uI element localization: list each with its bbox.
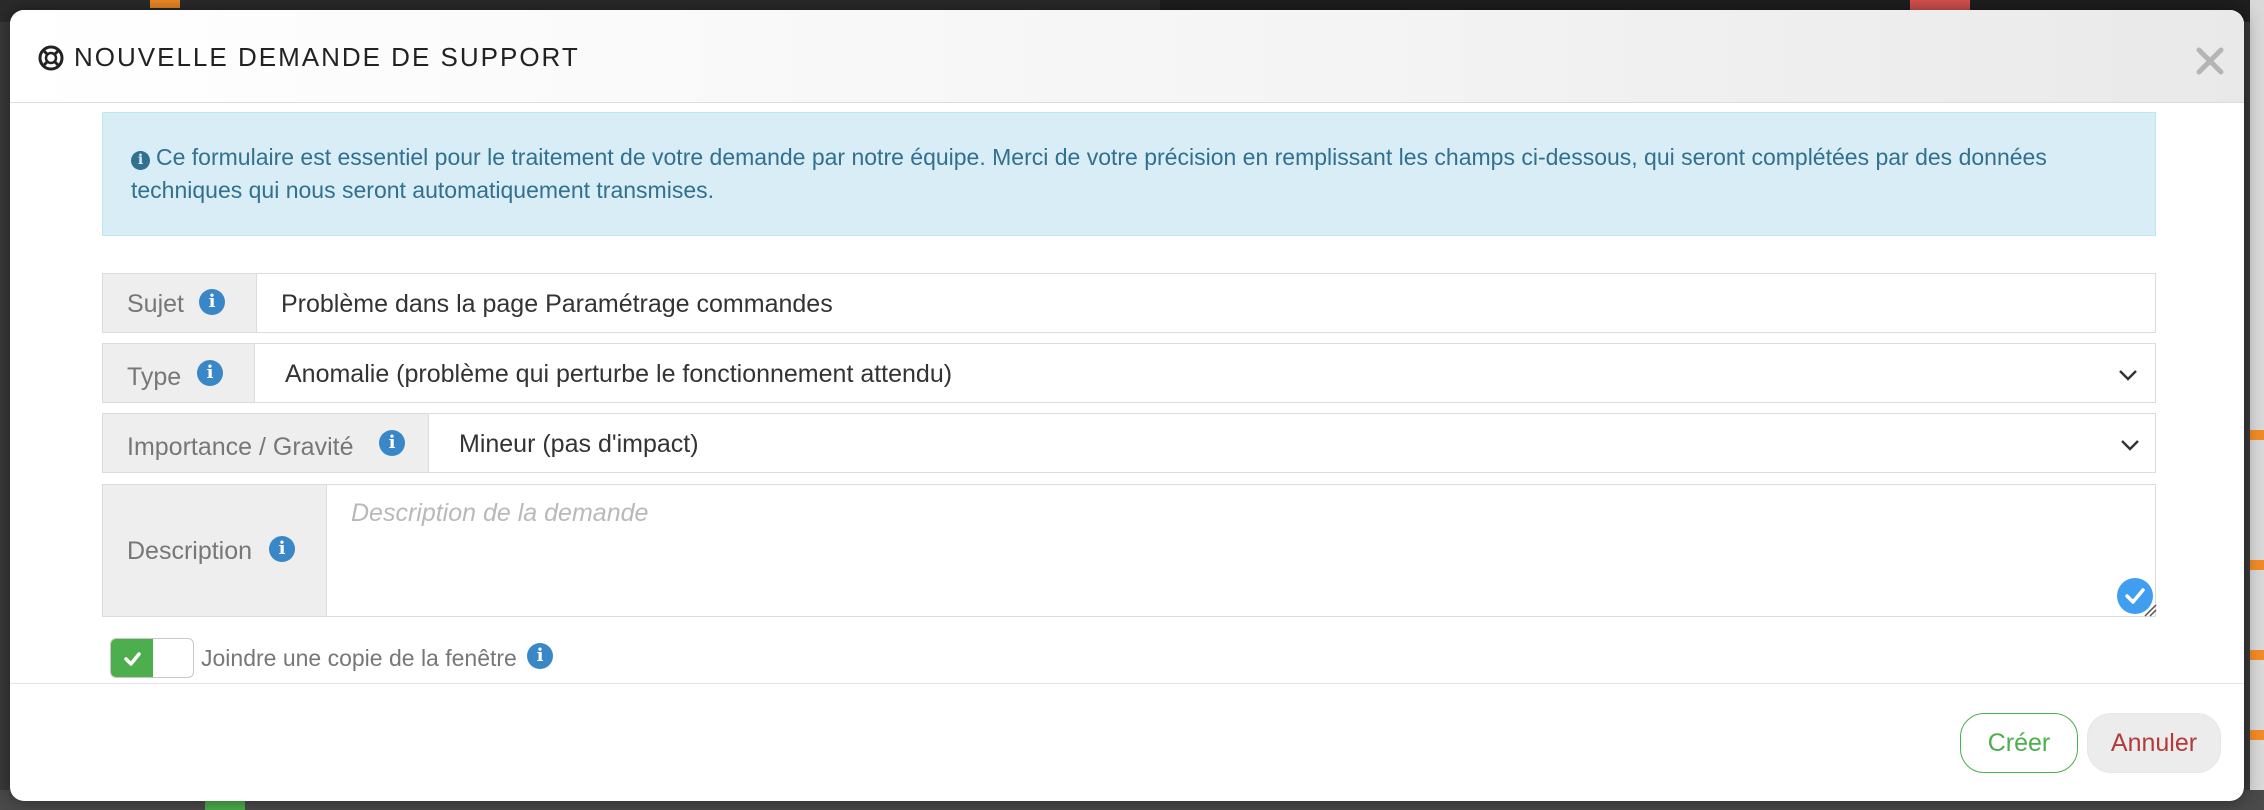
description-label: Description: [127, 537, 253, 565]
attach-window-toggle[interactable]: [110, 638, 194, 678]
info-alert: i Ce formulaire est essentiel pour le tra…: [102, 112, 2156, 236]
subject-input[interactable]: Problème dans la page Paramétrage comman…: [257, 274, 2155, 332]
cancel-button[interactable]: Annuler: [2087, 713, 2221, 773]
type-row: Type i Anomalie (problème qui perturbe l…: [102, 343, 2156, 403]
description-label-cell: Description i: [103, 485, 327, 616]
info-icon[interactable]: i: [527, 643, 553, 669]
chevron-down-icon: [2121, 440, 2139, 451]
background-sidebar: [2250, 0, 2264, 810]
modal-title: NOUVELLE DEMANDE DE SUPPORT: [74, 42, 580, 72]
subject-row: Sujet i Problème dans la page Paramétrag…: [102, 273, 2156, 333]
lifebuoy-icon: [38, 45, 64, 71]
description-placeholder: Description de la demande: [351, 499, 649, 527]
type-selected-value: Anomalie (problème qui perturbe le fonct…: [285, 360, 953, 388]
severity-row: Importance / Gravité i Mineur (pas d'imp…: [102, 413, 2156, 473]
footer-divider: [10, 683, 2244, 684]
description-row: Description i Description de la demande: [102, 484, 2156, 617]
subject-label-cell: Sujet i: [103, 274, 257, 332]
create-button[interactable]: Créer: [1960, 713, 2078, 773]
description-textarea[interactable]: Description de la demande: [327, 485, 2155, 616]
info-icon[interactable]: i: [379, 430, 405, 456]
severity-label-cell: Importance / Gravité i: [103, 414, 429, 472]
close-icon: [2196, 47, 2224, 75]
info-icon[interactable]: i: [197, 360, 223, 386]
severity-selected-value: Mineur (pas d'impact): [459, 430, 699, 458]
alert-text: Ce formulaire est essentiel pour le trai…: [131, 144, 2047, 203]
severity-label: Importance / Gravité: [127, 433, 354, 461]
support-request-modal: NOUVELLE DEMANDE DE SUPPORT i Ce formulai…: [10, 10, 2244, 801]
info-circle-icon: i: [131, 151, 150, 170]
type-select[interactable]: Anomalie (problème qui perturbe le fonct…: [255, 344, 2155, 402]
resize-handle-icon[interactable]: [2143, 603, 2157, 617]
info-icon[interactable]: i: [199, 289, 225, 315]
chevron-down-icon: [2119, 370, 2137, 381]
type-label: Type: [127, 363, 182, 391]
severity-select[interactable]: Mineur (pas d'impact): [429, 414, 2155, 472]
toggle-on-state: [111, 639, 153, 677]
attach-window-label: Joindre une copie de la fenêtre: [201, 645, 517, 671]
subject-label: Sujet: [127, 290, 184, 318]
info-icon[interactable]: i: [269, 536, 295, 562]
close-button[interactable]: [2190, 40, 2230, 80]
type-label-cell: Type i: [103, 344, 255, 402]
check-icon: [124, 652, 141, 666]
modal-header: NOUVELLE DEMANDE DE SUPPORT: [10, 10, 2244, 103]
